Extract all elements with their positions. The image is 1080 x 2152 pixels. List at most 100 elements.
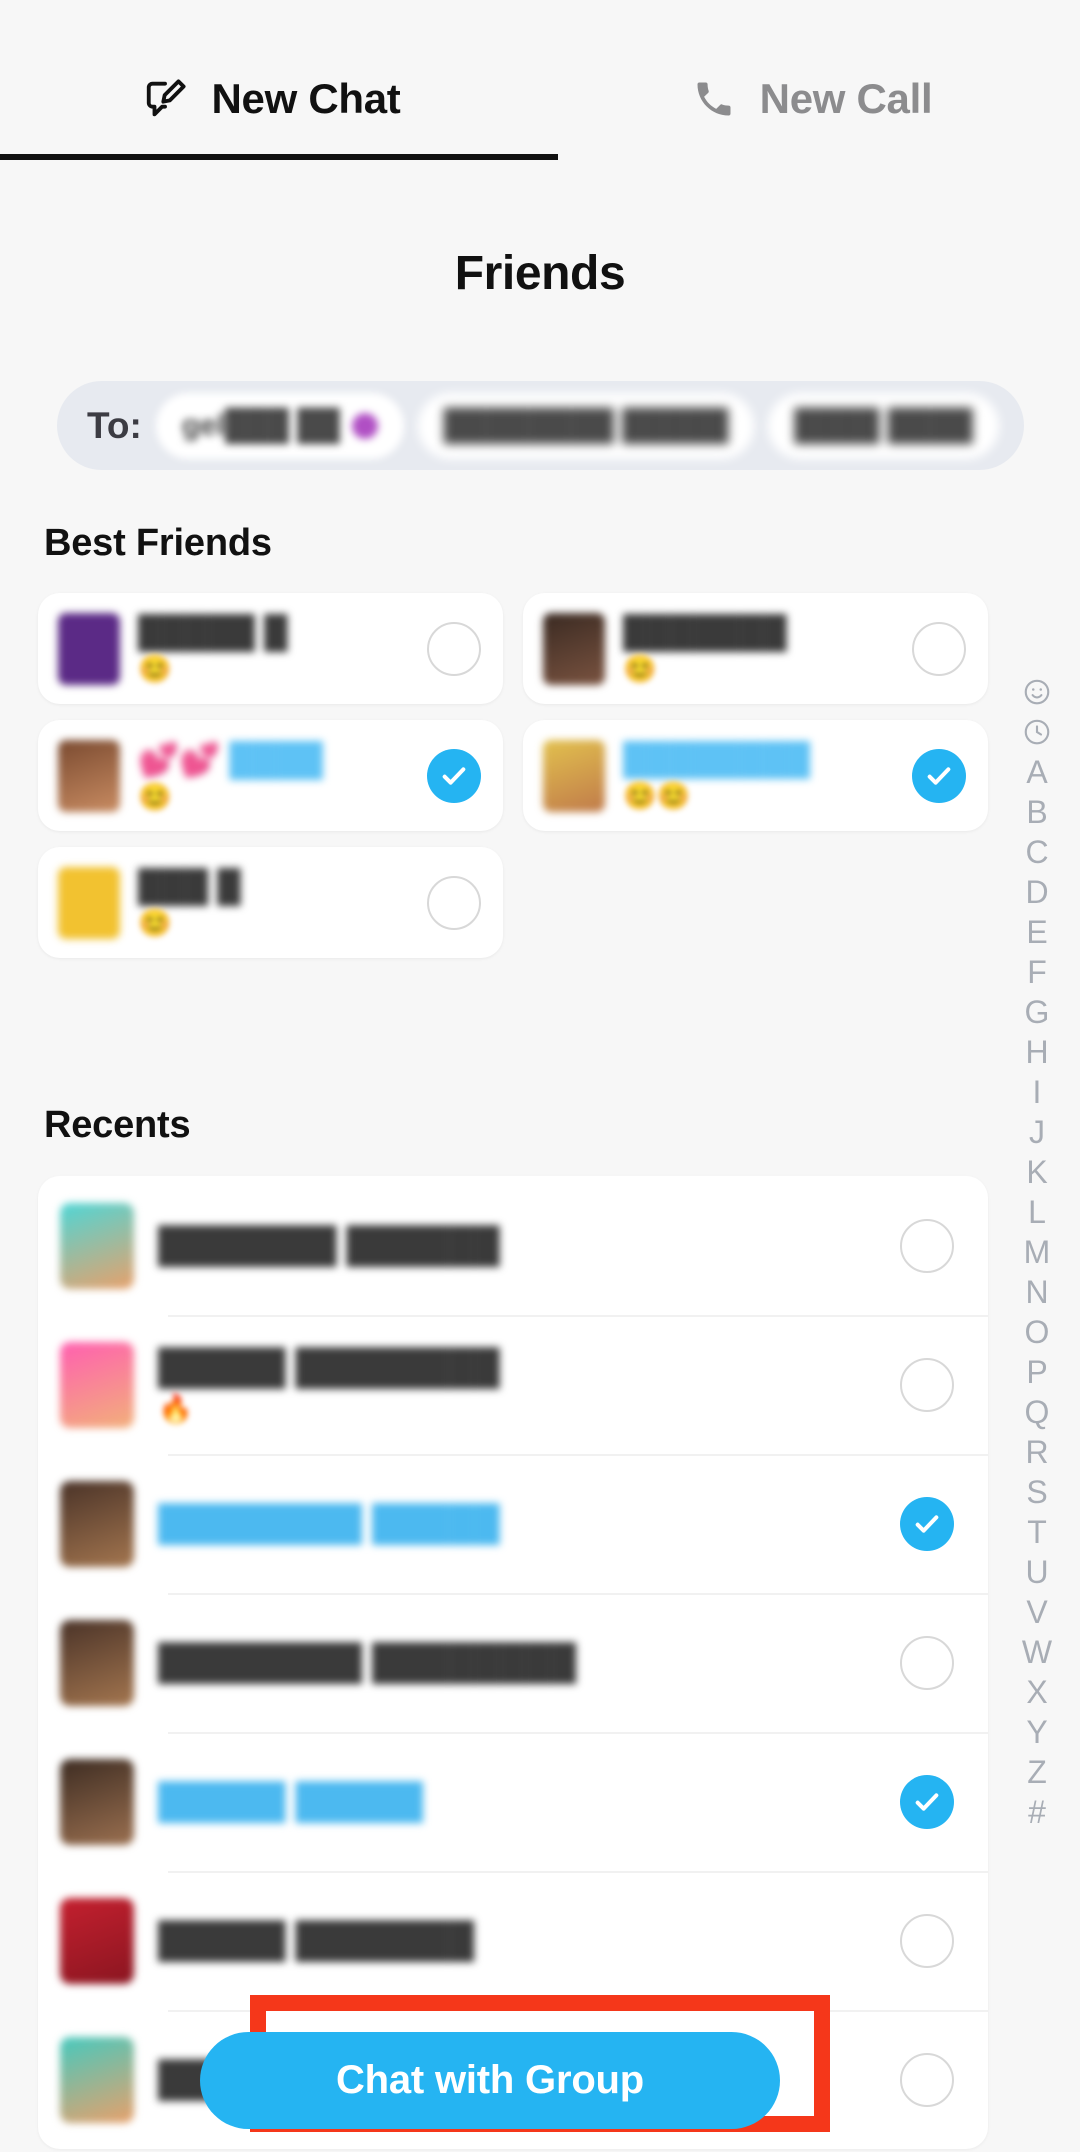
select-checkbox[interactable] (900, 1357, 954, 1412)
friend-emoji: 😊 (138, 654, 172, 684)
tab-new-chat[interactable]: New Chat (0, 0, 540, 160)
select-checkbox[interactable] (427, 621, 481, 676)
select-checkbox[interactable] (427, 748, 481, 803)
alpha-index-p[interactable]: P (1026, 1352, 1047, 1392)
alpha-index-w[interactable]: W (1022, 1632, 1052, 1672)
tab-new-call-label: New Call (759, 75, 933, 122)
alpha-index-z[interactable]: Z (1027, 1752, 1047, 1792)
alpha-index-x[interactable]: X (1026, 1672, 1047, 1712)
recipients-field[interactable]: To: gel███ ██ ████████ █████ ████ ████ (57, 381, 1024, 470)
alpha-index-g[interactable]: G (1025, 992, 1050, 1032)
select-checkbox[interactable] (900, 1218, 954, 1273)
chat-pencil-icon (140, 73, 192, 125)
check-icon (915, 1792, 939, 1811)
best-friend-name: █████ █ (138, 614, 288, 651)
recipient-chip-label: ████████ █████ (443, 408, 729, 442)
alpha-index-c[interactable]: C (1025, 832, 1048, 872)
recent-name: █████ ████████ (158, 1346, 500, 1388)
new-chat-screen: New Chat New Call Friends To: gel███ ██ … (0, 0, 1080, 2152)
avatar (58, 739, 120, 812)
recent-name: ████████ ████████ (158, 1641, 577, 1683)
alpha-index-e[interactable]: E (1026, 912, 1047, 952)
clock-icon[interactable] (1022, 712, 1052, 752)
select-checkbox[interactable] (912, 621, 966, 676)
check-icon (915, 1514, 939, 1533)
best-friend-name: 💕💕 ████ (138, 740, 323, 778)
page-title: Friends (454, 247, 626, 300)
avatar (60, 1619, 134, 1706)
alpha-index-k[interactable]: K (1026, 1152, 1047, 1192)
list-item[interactable]: ████████ ████████ (38, 1593, 988, 1732)
recipient-chip[interactable]: gel███ ██ (155, 392, 404, 459)
best-friends-heading: Best Friends (44, 522, 272, 564)
alpha-index-v[interactable]: V (1026, 1592, 1047, 1632)
alpha-index-s[interactable]: S (1026, 1472, 1047, 1512)
list-item[interactable]: ███████ ██████ (38, 1176, 988, 1315)
best-friend-card[interactable]: ████████ 😊😊 (523, 720, 988, 831)
alpha-index-i[interactable]: I (1033, 1072, 1042, 1112)
best-friend-card[interactable]: ███████ 😊 (523, 593, 988, 704)
smiley-icon[interactable] (1022, 672, 1052, 712)
alphabet-index[interactable]: A B C D E F G H I J K L M N O P Q R S T … (1008, 672, 1066, 1832)
select-checkbox[interactable] (427, 875, 481, 930)
friend-emoji: 😊 (138, 908, 172, 938)
recipient-chip-label: ████ ████ (794, 408, 973, 442)
recipient-chip-dot (351, 412, 378, 439)
best-friend-name: ███ █ (138, 868, 241, 905)
alpha-index-f[interactable]: F (1027, 952, 1047, 992)
to-label: To: (87, 404, 142, 446)
alpha-index-a[interactable]: A (1026, 752, 1047, 792)
select-checkbox[interactable] (900, 2052, 954, 2107)
tab-new-call[interactable]: New Call (540, 0, 1080, 160)
recipient-chip[interactable]: ████ ████ (768, 392, 999, 459)
select-checkbox[interactable] (900, 1774, 954, 1829)
best-friend-card[interactable]: ███ █ 😊 (38, 847, 503, 958)
recipient-chip[interactable]: ████████ █████ (417, 392, 755, 459)
alpha-index-u[interactable]: U (1025, 1552, 1048, 1592)
alpha-index-hash[interactable]: # (1028, 1792, 1046, 1832)
alpha-index-q[interactable]: Q (1025, 1392, 1050, 1432)
select-checkbox[interactable] (912, 748, 966, 803)
recent-name: █████ █████ (158, 1780, 424, 1822)
tab-active-indicator (0, 154, 558, 160)
best-friend-card[interactable]: █████ █ 😊 (38, 593, 503, 704)
avatar (60, 1341, 134, 1428)
check-icon (927, 766, 951, 785)
alpha-index-o[interactable]: O (1025, 1312, 1050, 1352)
list-item[interactable]: █████ ████████ 🔥 (38, 1315, 988, 1454)
alpha-index-b[interactable]: B (1026, 792, 1047, 832)
phone-icon (688, 73, 740, 125)
avatar (60, 1202, 134, 1289)
alpha-index-r[interactable]: R (1025, 1432, 1048, 1472)
best-friend-card[interactable]: 💕💕 ████ 😊 (38, 720, 503, 831)
list-item[interactable]: █████ █████ (38, 1732, 988, 1871)
select-checkbox[interactable] (900, 1496, 954, 1551)
chat-with-group-button[interactable]: Chat with Group (200, 2032, 780, 2129)
best-friends-grid: █████ █ 😊 ███████ 😊 💕💕 ████ 😊 ████████ 😊… (38, 593, 988, 958)
avatar (60, 1758, 134, 1845)
alpha-index-m[interactable]: M (1024, 1232, 1051, 1272)
select-checkbox[interactable] (900, 1635, 954, 1690)
check-icon (442, 766, 466, 785)
avatar (543, 612, 605, 685)
alpha-index-t[interactable]: T (1027, 1512, 1047, 1552)
friend-emoji: 🔥 (158, 1392, 193, 1424)
recent-name: █████ ███████ (158, 1919, 475, 1961)
alpha-index-l[interactable]: L (1028, 1192, 1046, 1232)
chat-with-group-area: Chat with Group (200, 1995, 830, 2132)
alpha-index-y[interactable]: Y (1026, 1712, 1047, 1752)
select-checkbox[interactable] (900, 1913, 954, 1968)
list-item[interactable]: ████████ █████ (38, 1454, 988, 1593)
alpha-index-n[interactable]: N (1025, 1272, 1048, 1312)
list-item[interactable]: █████ ███████ (38, 1871, 988, 2010)
alpha-index-h[interactable]: H (1025, 1032, 1048, 1072)
avatar (58, 612, 120, 685)
avatar (60, 1897, 134, 1984)
alpha-index-d[interactable]: D (1025, 872, 1048, 912)
alpha-index-j[interactable]: J (1029, 1112, 1045, 1152)
best-friend-name: ████████ (623, 741, 811, 778)
friend-emoji: 😊😊 (623, 781, 691, 811)
annotation-highlight-box: Chat with Group (200, 1995, 830, 2132)
avatar (60, 1480, 134, 1567)
recent-name: ███████ ██████ (158, 1224, 500, 1266)
